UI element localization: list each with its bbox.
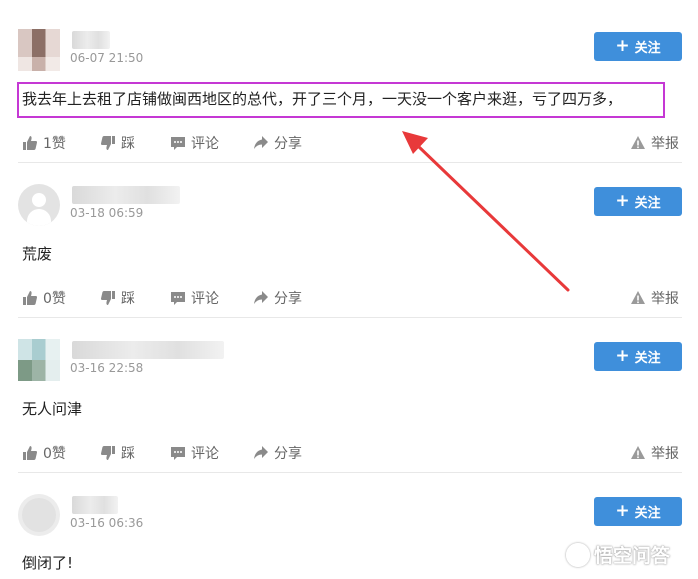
warning-icon (631, 291, 645, 304)
follow-label: 关注 (634, 196, 661, 211)
username-blurred[interactable] (72, 496, 118, 514)
avatar[interactable] (18, 184, 60, 226)
comment-actions: 0赞 踩 评论 分享 举报 (22, 288, 684, 308)
follow-button[interactable]: + 关注 (594, 497, 682, 526)
comment-label: 评论 (191, 291, 219, 307)
report-button[interactable]: 举报 (630, 443, 679, 463)
thumbs-up-icon (23, 291, 37, 305)
username-blurred[interactable] (72, 341, 224, 359)
comment-text: 无人问津 (22, 400, 83, 418)
report-label: 举报 (651, 446, 679, 462)
thumbs-up-icon (23, 136, 37, 150)
speech-bubble-icon (171, 137, 185, 150)
follow-label: 关注 (634, 41, 661, 56)
watermark: 悟空问答 (566, 541, 670, 568)
divider (18, 317, 682, 318)
answer-comment-feed: 06-07 21:50 + 关注 我去年上去租了店铺做闽西地区的总代，开了三个月… (0, 0, 698, 579)
comment-button[interactable]: 评论 (170, 443, 219, 463)
follow-label: 关注 (634, 506, 661, 521)
avatar[interactable] (18, 339, 60, 381)
step-button[interactable]: 踩 (100, 443, 135, 463)
comment-time: 03-16 22:58 (70, 361, 144, 375)
comment-text: 我去年上去租了店铺做闽西地区的总代，开了三个月，一天没一个客户来逛，亏了四万多， (22, 90, 623, 108)
like-button[interactable]: 0赞 (22, 443, 66, 463)
comment-time: 06-07 21:50 (70, 51, 144, 65)
avatar[interactable] (18, 29, 60, 71)
like-count: 0赞 (43, 291, 66, 307)
username-blurred[interactable] (72, 31, 110, 49)
username-blurred[interactable] (72, 186, 180, 204)
plus-icon: + (615, 346, 630, 366)
report-label: 举报 (651, 291, 679, 307)
share-arrow-icon (254, 136, 268, 149)
share-label: 分享 (274, 291, 302, 307)
like-button[interactable]: 0赞 (22, 288, 66, 308)
comment-button[interactable]: 评论 (170, 133, 219, 153)
thumbs-up-icon (23, 446, 37, 460)
report-label: 举报 (651, 136, 679, 152)
comment-text: 倒闭了! (22, 554, 74, 572)
comment-time: 03-18 06:59 (70, 206, 144, 220)
thumbs-down-icon (101, 446, 115, 460)
comment-button[interactable]: 评论 (170, 288, 219, 308)
watermark-text: 悟空问答 (594, 545, 671, 567)
report-button[interactable]: 举报 (630, 133, 679, 153)
default-avatar-icon (32, 193, 46, 207)
warning-icon (631, 136, 645, 149)
speech-bubble-icon (171, 292, 185, 305)
like-count: 1赞 (43, 136, 66, 152)
avatar[interactable] (18, 494, 60, 536)
step-label: 踩 (121, 446, 135, 462)
step-label: 踩 (121, 291, 135, 307)
wukong-logo-icon (566, 542, 590, 567)
comment-text: 荒废 (22, 245, 53, 263)
plus-icon: + (615, 191, 630, 211)
share-label: 分享 (274, 446, 302, 462)
share-button[interactable]: 分享 (253, 288, 302, 308)
share-arrow-icon (254, 446, 268, 459)
like-count: 0赞 (43, 446, 66, 462)
share-label: 分享 (274, 136, 302, 152)
comment-time: 03-16 06:36 (70, 516, 144, 530)
warning-icon (631, 446, 645, 459)
report-button[interactable]: 举报 (630, 288, 679, 308)
thumbs-down-icon (101, 291, 115, 305)
like-button[interactable]: 1赞 (22, 133, 66, 153)
comment-actions: 0赞 踩 评论 分享 举报 (22, 443, 684, 463)
comment-label: 评论 (191, 136, 219, 152)
step-label: 踩 (121, 136, 135, 152)
share-button[interactable]: 分享 (253, 133, 302, 153)
plus-icon: + (615, 36, 630, 56)
follow-button[interactable]: + 关注 (594, 32, 682, 61)
share-button[interactable]: 分享 (253, 443, 302, 463)
divider (18, 472, 682, 473)
speech-bubble-icon (171, 447, 185, 460)
follow-button[interactable]: + 关注 (594, 187, 682, 216)
share-arrow-icon (254, 291, 268, 304)
step-button[interactable]: 踩 (100, 133, 135, 153)
follow-label: 关注 (634, 351, 661, 366)
plus-icon: + (615, 501, 630, 521)
comment-actions: 1赞 踩 评论 分享 举报 (22, 133, 684, 153)
divider (18, 162, 682, 163)
thumbs-down-icon (101, 136, 115, 150)
comment-label: 评论 (191, 446, 219, 462)
follow-button[interactable]: + 关注 (594, 342, 682, 371)
step-button[interactable]: 踩 (100, 288, 135, 308)
